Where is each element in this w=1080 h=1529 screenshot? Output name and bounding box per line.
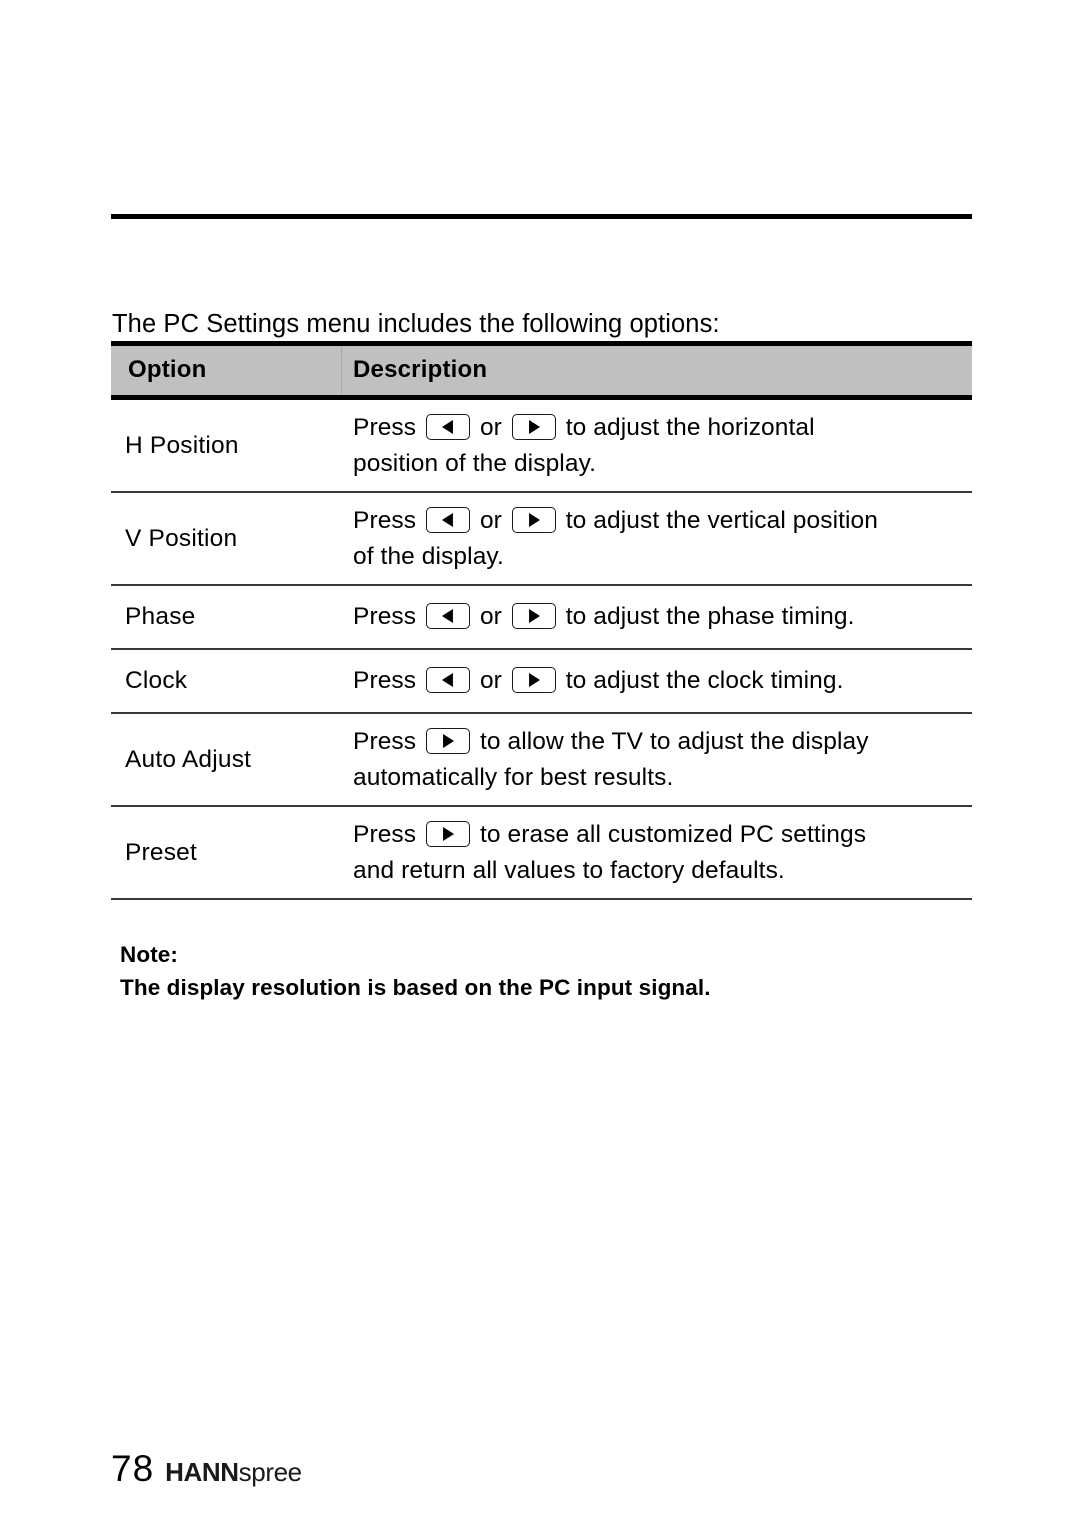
description-cell: Press to allow the TV to adjust the disp… xyxy=(353,726,972,794)
description-text: to allow the TV to adjust the display xyxy=(473,727,869,755)
arrow-right-icon xyxy=(511,667,556,693)
manual-page: The PC Settings menu includes the follow… xyxy=(0,0,1080,1529)
description-text: automatically for best results. xyxy=(353,763,674,791)
description-text: Press xyxy=(353,413,424,441)
arrow-right-icon xyxy=(511,413,556,440)
arrow-left-icon xyxy=(426,667,471,693)
header-column-divider xyxy=(341,346,342,395)
description-cell: Press or to adjust the vertical position… xyxy=(353,505,972,573)
description-text: or xyxy=(473,667,509,694)
description-cell: Press or to adjust the phase timing. xyxy=(353,601,972,633)
arrow-right-icon xyxy=(426,727,471,754)
option-label: H Position xyxy=(125,431,239,459)
description-cell: Press or to adjust the horizontal positio… xyxy=(353,412,972,480)
arrow-left-icon xyxy=(426,413,471,440)
description-line: of the display. xyxy=(353,541,968,573)
description-text: and return all values to factory default… xyxy=(353,856,785,884)
option-label: Clock xyxy=(125,667,188,694)
column-header-option: Option xyxy=(128,356,207,383)
arrow-left-icon xyxy=(426,506,471,533)
intro-paragraph: The PC Settings menu includes the follow… xyxy=(112,309,720,338)
description-text: Press xyxy=(353,506,424,534)
page-footer: 78 HANNspree xyxy=(111,1448,302,1490)
table-row: Phase Press or to adjust the phase timing… xyxy=(111,586,972,650)
description-text: or xyxy=(473,413,509,441)
description-line: position of the display. xyxy=(353,448,968,480)
option-label: V Position xyxy=(125,524,238,552)
option-label: Phase xyxy=(125,603,196,630)
table-header-row: Option Description xyxy=(111,341,972,400)
note-block: Note: The display resolution is based on… xyxy=(120,938,711,1004)
description-text: to adjust the horizontal xyxy=(558,413,815,441)
table-row: H Position Press or to adjust the horizon… xyxy=(111,400,972,493)
description-text: position of the display. xyxy=(353,449,597,477)
description-cell: Press to erase all customized PC setting… xyxy=(353,819,972,887)
description-line: Press or to adjust the horizontal xyxy=(353,412,968,444)
description-text: to erase all customized PC settings xyxy=(473,820,867,848)
page-number: 78 xyxy=(111,1448,155,1489)
description-line: Press or to adjust the vertical position xyxy=(353,505,968,537)
arrow-right-icon xyxy=(426,820,471,847)
description-cell: Press or to adjust the clock timing. xyxy=(353,665,972,697)
arrow-right-icon xyxy=(511,506,556,533)
description-text: Press xyxy=(353,667,424,694)
note-label: Note: xyxy=(120,942,178,967)
description-line: and return all values to factory default… xyxy=(353,855,968,887)
description-line: automatically for best results. xyxy=(353,762,968,794)
hannspree-logo: HANNspree xyxy=(165,1457,302,1488)
description-line: Press or to adjust the clock timing. xyxy=(353,665,968,697)
table-row: V Position Press or to adjust the vertica… xyxy=(111,493,972,586)
description-line: Press to allow the TV to adjust the disp… xyxy=(353,726,968,758)
option-label: Preset xyxy=(125,838,198,866)
arrow-right-icon xyxy=(511,603,556,629)
description-text: Press xyxy=(353,603,424,630)
logo-hann: HANN xyxy=(165,1457,239,1487)
table-row: Clock Press or to adjust the clock timing… xyxy=(111,650,972,714)
pc-settings-options-table: Option Description H Position Press or to… xyxy=(111,341,972,900)
description-text: to adjust the clock timing. xyxy=(558,667,844,694)
table-row: Auto Adjust Press to allow the TV to adju… xyxy=(111,714,972,807)
description-line: Press or to adjust the phase timing. xyxy=(353,601,968,633)
description-line: Press to erase all customized PC setting… xyxy=(353,819,968,851)
table-body: H Position Press or to adjust the horizon… xyxy=(111,400,972,900)
table-row: Preset Press to erase all customized PC s… xyxy=(111,807,972,900)
note-body: The display resolution is based on the P… xyxy=(120,975,711,1000)
description-text: Press xyxy=(353,820,424,848)
description-text: to adjust the vertical position xyxy=(558,506,879,534)
description-text: or xyxy=(473,506,509,534)
option-label: Auto Adjust xyxy=(125,745,252,773)
column-header-description: Description xyxy=(353,356,488,383)
description-text: or xyxy=(473,603,509,630)
description-text: Press xyxy=(353,727,424,755)
logo-spree: spree xyxy=(238,1457,302,1487)
description-text: of the display. xyxy=(353,542,504,570)
header-rule xyxy=(111,214,972,219)
arrow-left-icon xyxy=(426,603,471,629)
description-text: to adjust the phase timing. xyxy=(558,603,855,630)
